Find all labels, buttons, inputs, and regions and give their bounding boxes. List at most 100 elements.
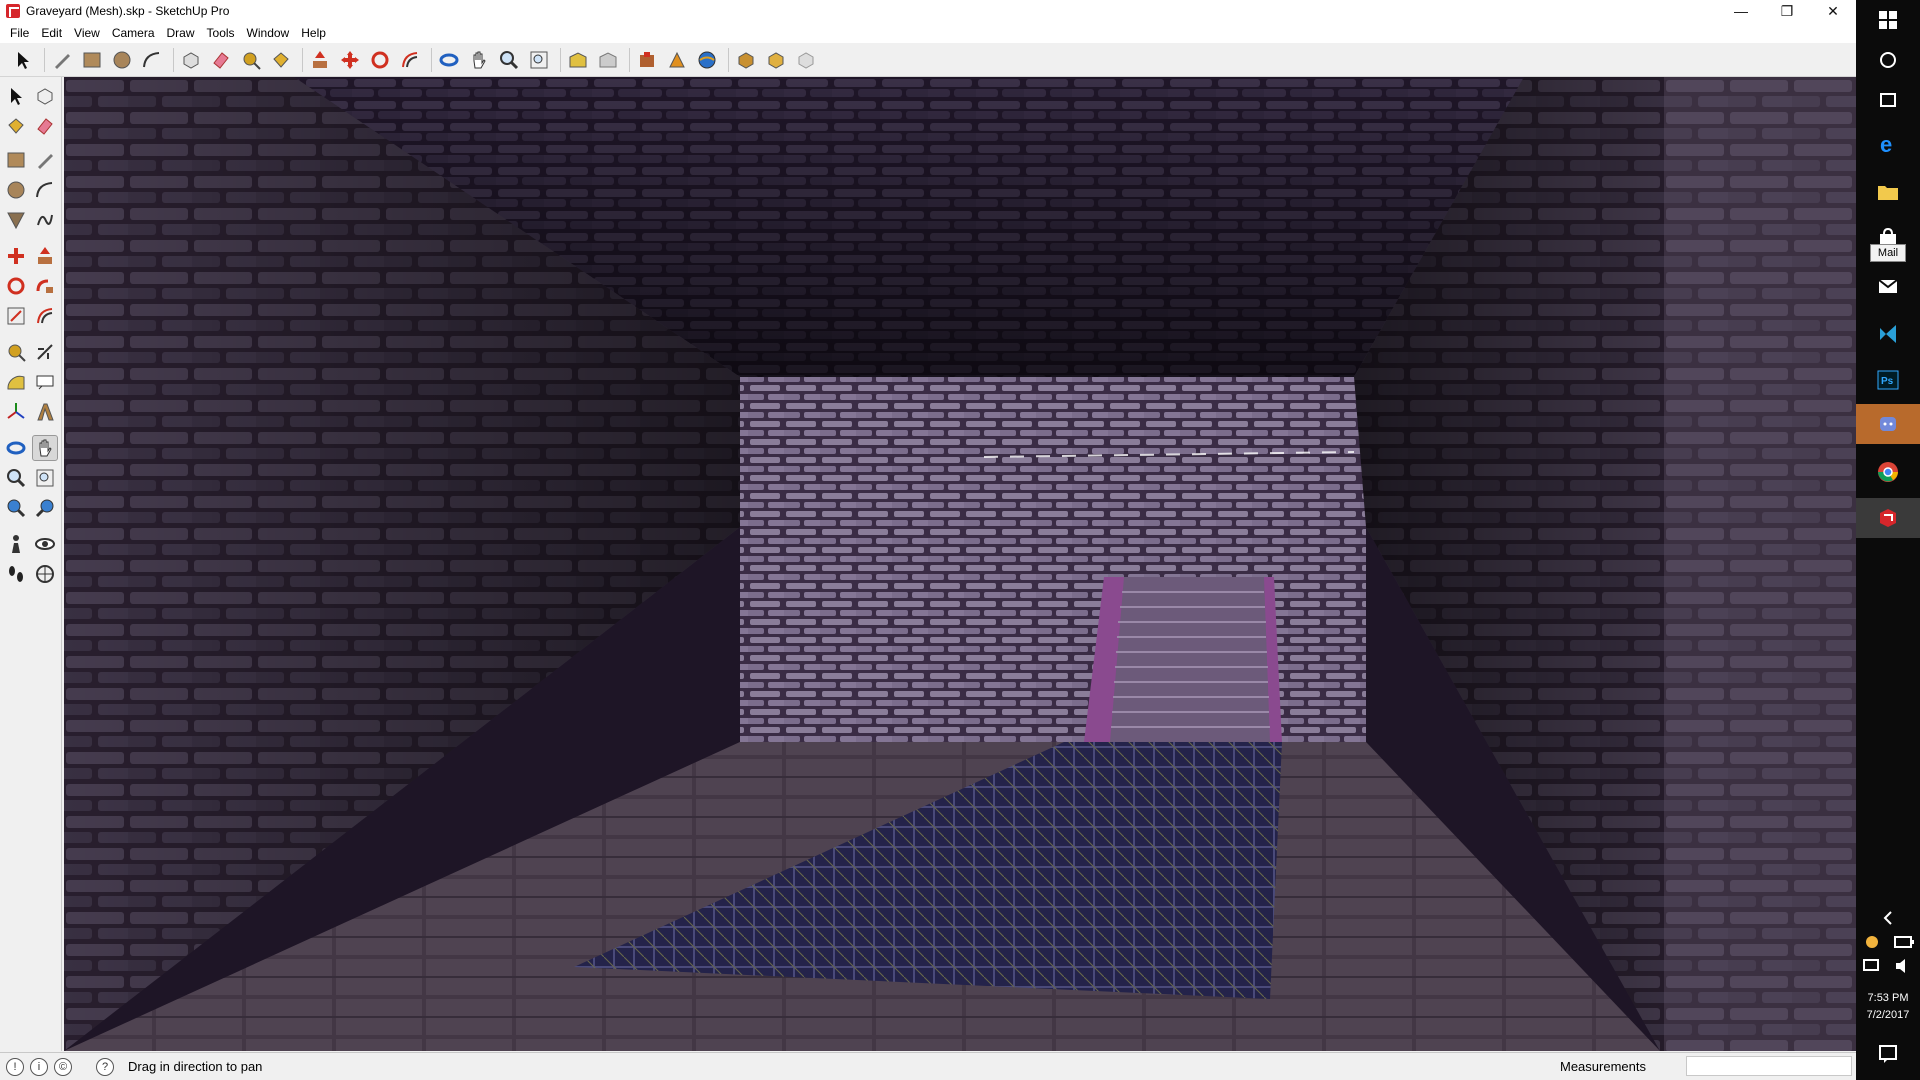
- zoom-tool-button[interactable]: [496, 47, 522, 73]
- make-component-tool[interactable]: [32, 83, 58, 109]
- follow-me-tool[interactable]: [32, 273, 58, 299]
- user-account-icon[interactable]: ©: [54, 1057, 72, 1076]
- offset-tool-button[interactable]: [397, 47, 423, 73]
- styles-button[interactable]: [763, 47, 789, 73]
- task-view-button[interactable]: [1868, 80, 1908, 120]
- scale-tool[interactable]: [3, 303, 29, 329]
- geolocation-button[interactable]: [694, 47, 720, 73]
- tray-network[interactable]: [1856, 946, 1888, 986]
- paint-bucket-button[interactable]: [268, 47, 294, 73]
- rotate-tool-button[interactable]: [367, 47, 393, 73]
- pan-tool[interactable]: [32, 435, 58, 461]
- menu-tools[interactable]: Tools: [201, 26, 241, 40]
- pan-tool-button[interactable]: [466, 47, 492, 73]
- clock-time[interactable]: 7:53 PM: [1856, 992, 1920, 1004]
- minimize-button[interactable]: —: [1718, 0, 1764, 22]
- component-icon: [183, 51, 199, 69]
- start-button[interactable]: [1868, 0, 1908, 40]
- visual-studio-app[interactable]: [1868, 314, 1908, 354]
- arc-tool-button[interactable]: [139, 47, 165, 73]
- edge-app[interactable]: e: [1868, 124, 1908, 164]
- zoom-extents-button[interactable]: [526, 47, 552, 73]
- tape-measure-button[interactable]: [238, 47, 264, 73]
- circle-tool[interactable]: [3, 177, 29, 203]
- orbit-tool-button[interactable]: [436, 47, 462, 73]
- warehouse-button[interactable]: [565, 47, 591, 73]
- axes-tool[interactable]: [3, 399, 29, 425]
- tape-measure-tool[interactable]: [3, 339, 29, 365]
- text-tool[interactable]: [32, 369, 58, 395]
- look-around-tool[interactable]: [32, 531, 58, 557]
- paint-bucket-tool[interactable]: [3, 113, 29, 139]
- section-plane-tool[interactable]: [32, 561, 58, 587]
- next-view-tool[interactable]: [32, 495, 58, 521]
- push-pull-button[interactable]: [307, 47, 333, 73]
- close-button[interactable]: ✕: [1810, 0, 1856, 22]
- menu-file[interactable]: File: [4, 26, 35, 40]
- rectangle-tool[interactable]: [3, 147, 29, 173]
- measurements-input[interactable]: [1686, 1056, 1852, 1076]
- section-plane-icon: [36, 565, 54, 583]
- share-model-button[interactable]: [595, 47, 621, 73]
- push-pull-tool[interactable]: [32, 243, 58, 269]
- select-tool[interactable]: [3, 83, 29, 109]
- freehand-tool[interactable]: [32, 207, 58, 233]
- menu-help[interactable]: Help: [295, 26, 332, 40]
- line-tool[interactable]: [32, 147, 58, 173]
- extension-warehouse-button[interactable]: [634, 47, 660, 73]
- chrome-app[interactable]: [1868, 452, 1908, 492]
- 3d-text-tool[interactable]: [32, 399, 58, 425]
- discord-icon: [1880, 417, 1896, 431]
- clock-date[interactable]: 7/2/2017: [1856, 1009, 1920, 1021]
- dimension-tool[interactable]: [32, 339, 58, 365]
- menu-camera[interactable]: Camera: [106, 26, 161, 40]
- scenes-button[interactable]: [793, 47, 819, 73]
- layout-button[interactable]: [664, 47, 690, 73]
- photoshop-app[interactable]: Ps: [1868, 360, 1908, 400]
- rectangle-tool-button[interactable]: [79, 47, 105, 73]
- line-tool-button[interactable]: [49, 47, 75, 73]
- restore-button[interactable]: ❐: [1764, 0, 1810, 22]
- move-tool[interactable]: [3, 243, 29, 269]
- tray-volume[interactable]: [1888, 946, 1920, 986]
- menu-edit[interactable]: Edit: [35, 26, 68, 40]
- visual-studio-icon: [1880, 325, 1896, 343]
- rotate-icon: [371, 51, 389, 68]
- action-center-button[interactable]: [1868, 1034, 1908, 1074]
- make-component-button[interactable]: [178, 47, 204, 73]
- credits-icon[interactable]: i: [30, 1057, 48, 1076]
- previous-view-tool[interactable]: [3, 495, 29, 521]
- orbit-tool[interactable]: [3, 435, 29, 461]
- offset-tool[interactable]: [32, 303, 58, 329]
- menu-draw[interactable]: Draw: [161, 26, 201, 40]
- position-camera-tool[interactable]: [3, 531, 29, 557]
- eraser-tool-button[interactable]: [208, 47, 234, 73]
- 3d-viewport[interactable]: [64, 77, 1856, 1051]
- polygon-tool[interactable]: [3, 207, 29, 233]
- menu-bar: File Edit View Camera Draw Tools Window …: [0, 22, 1856, 43]
- components-button[interactable]: [733, 47, 759, 73]
- toolbar-separator: [629, 47, 630, 72]
- move-tool-button[interactable]: [337, 47, 363, 73]
- select-tool-button[interactable]: [10, 47, 36, 73]
- sketchup-app[interactable]: [1856, 498, 1920, 538]
- extension-warehouse-icon: [640, 51, 654, 67]
- walk-tool[interactable]: [3, 561, 29, 587]
- file-explorer-app[interactable]: [1868, 172, 1908, 212]
- zoom-window-tool[interactable]: [32, 465, 58, 491]
- menu-window[interactable]: Window: [241, 26, 296, 40]
- dimension-icon: [37, 344, 53, 360]
- eraser-tool[interactable]: [32, 113, 58, 139]
- cortana-button[interactable]: [1868, 40, 1908, 80]
- rotate-tool[interactable]: [3, 273, 29, 299]
- arc-tool[interactable]: [32, 177, 58, 203]
- geo-location-icon[interactable]: !: [6, 1057, 24, 1076]
- menu-view[interactable]: View: [68, 26, 106, 40]
- discord-app[interactable]: [1856, 404, 1920, 444]
- mail-app[interactable]: [1868, 266, 1908, 306]
- instructor-help-icon[interactable]: ?: [96, 1057, 114, 1076]
- zoom-tool[interactable]: [3, 465, 29, 491]
- protractor-tool[interactable]: [3, 369, 29, 395]
- circle-tool-button[interactable]: [109, 47, 135, 73]
- toolbar-separator: [173, 47, 174, 72]
